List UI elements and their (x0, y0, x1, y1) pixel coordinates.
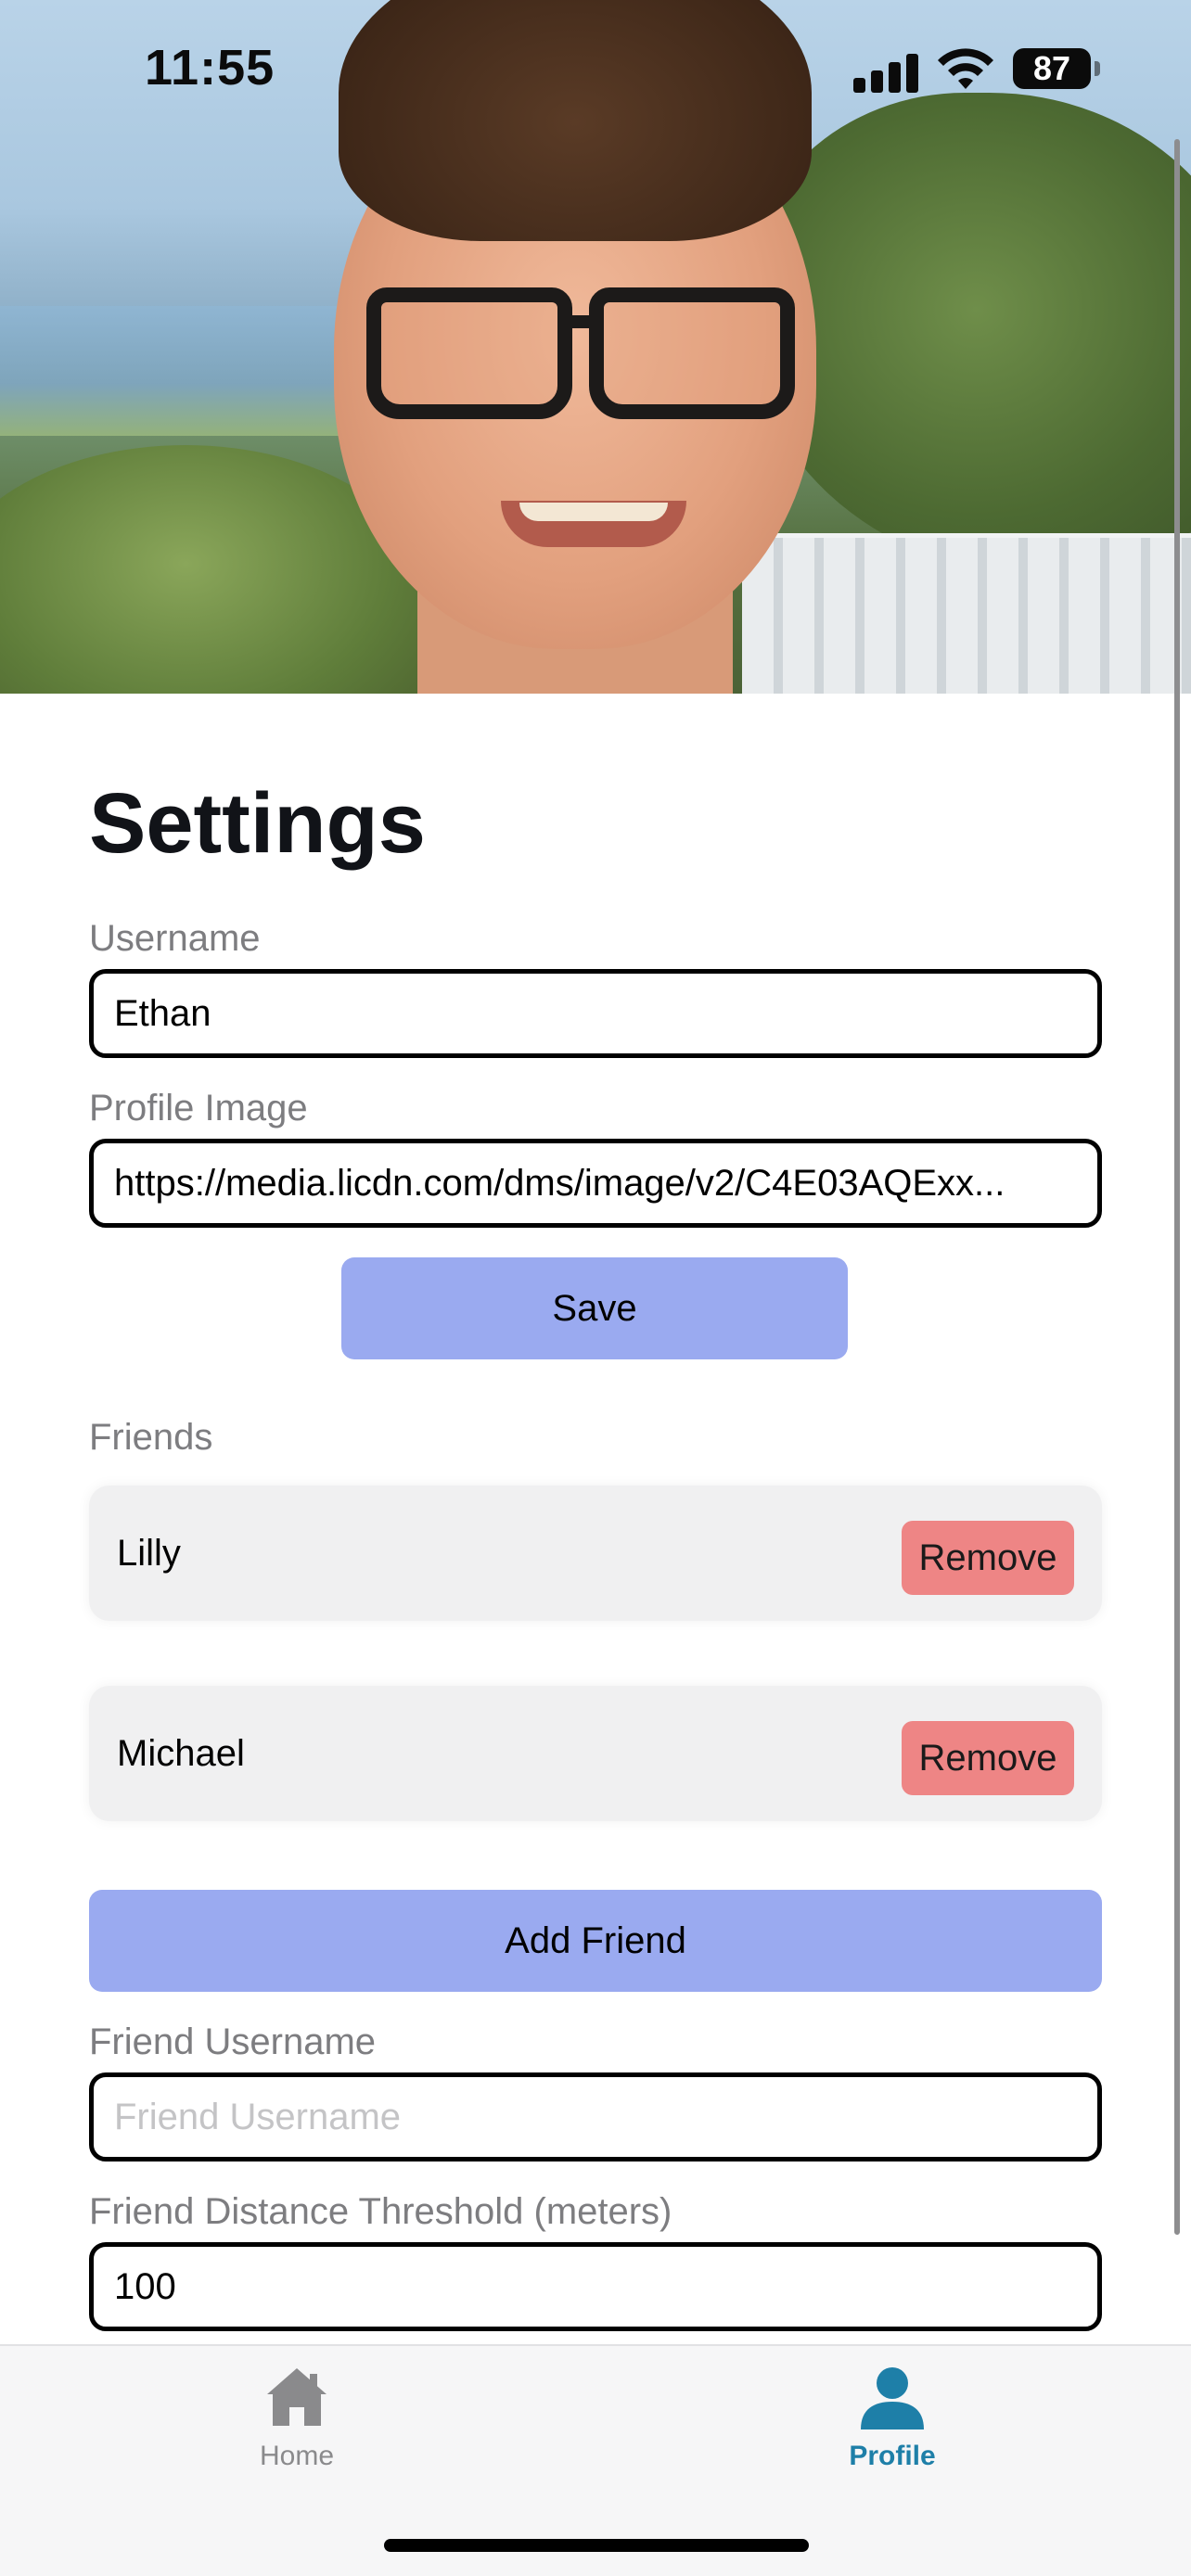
username-label: Username (89, 918, 261, 959)
friends-label: Friends (89, 1417, 213, 1458)
save-button[interactable]: Save (341, 1257, 848, 1359)
person-icon (861, 2367, 924, 2429)
page-title: Settings (89, 776, 426, 871)
profile-image-label: Profile Image (89, 1088, 308, 1129)
friend-name: Michael (117, 1733, 245, 1774)
friend-list-item: Michael Remove (89, 1686, 1102, 1821)
friend-username-label: Friend Username (89, 2021, 377, 2062)
friend-name: Lilly (117, 1533, 181, 1574)
battery-tip (1095, 61, 1100, 76)
tab-home-label: Home (259, 2441, 335, 2471)
add-friend-button[interactable]: Add Friend (89, 1890, 1102, 1992)
remove-friend-button[interactable]: Remove (902, 1721, 1074, 1795)
status-bar: 11:55 87 (0, 0, 1191, 139)
username-input[interactable] (89, 969, 1102, 1058)
remove-friend-button[interactable]: Remove (902, 1521, 1074, 1595)
scroll-indicator[interactable] (1174, 139, 1180, 2235)
wifi-icon (938, 48, 993, 89)
tab-profile[interactable]: Profile (781, 2365, 1004, 2504)
profile-image-input[interactable] (89, 1139, 1102, 1228)
home-indicator[interactable] (384, 2539, 809, 2552)
cellular-signal-icon (853, 52, 920, 93)
friend-list-item: Lilly Remove (89, 1486, 1102, 1621)
distance-threshold-input[interactable] (89, 2242, 1102, 2331)
battery-icon: 87 (1013, 48, 1091, 89)
tab-profile-label: Profile (849, 2441, 936, 2471)
home-icon (267, 2368, 327, 2426)
status-time: 11:55 (145, 40, 275, 96)
settings-screen: 11:55 87 Settings Username Profile Image… (0, 0, 1191, 2576)
distance-threshold-label: Friend Distance Threshold (meters) (89, 2191, 672, 2232)
friend-username-input[interactable] (89, 2072, 1102, 2162)
tab-home[interactable]: Home (186, 2365, 408, 2504)
